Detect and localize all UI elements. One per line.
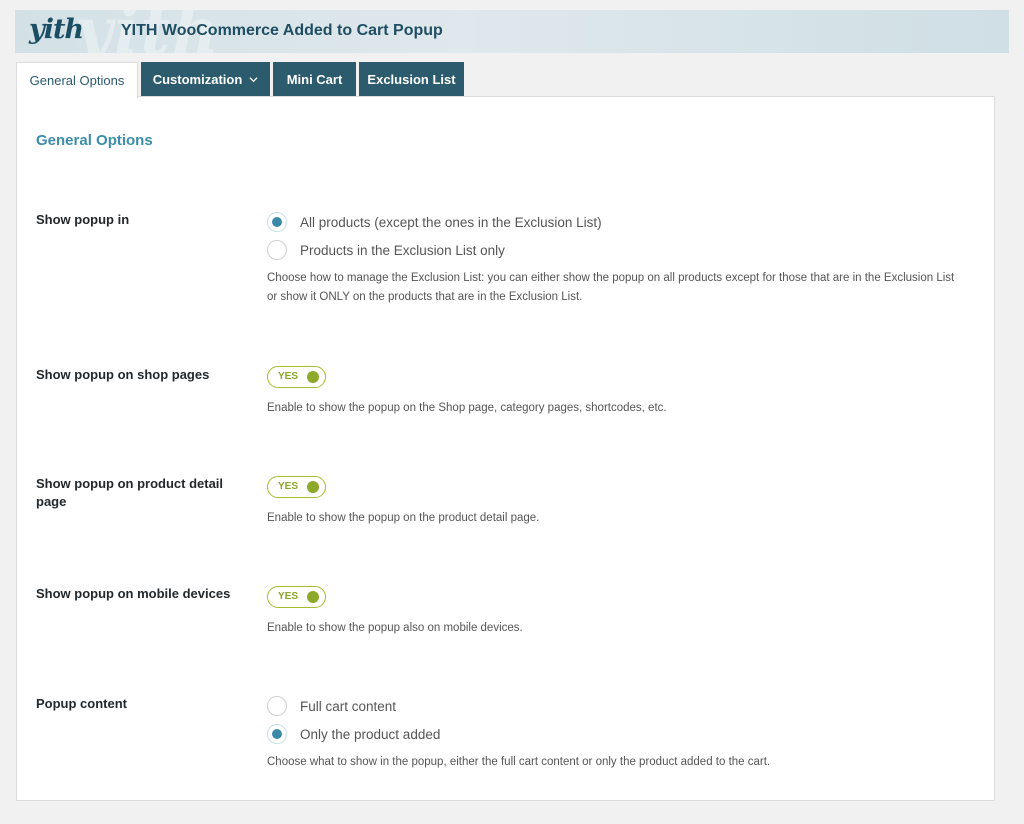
- show-popup-in-description: Choose how to manage the Exclusion List:…: [267, 272, 955, 303]
- tab-label: Customization: [152, 72, 243, 87]
- tab-mini-cart[interactable]: Mini Cart: [273, 62, 356, 97]
- tab-label: General Options: [29, 73, 125, 88]
- radio-all-products[interactable]: All products (except the ones in the Exc…: [267, 212, 602, 232]
- product-detail-toggle[interactable]: YES: [267, 476, 326, 498]
- section-title: General Options: [36, 132, 153, 149]
- radio-label: Products in the Exclusion List only: [300, 242, 505, 258]
- product-detail-description: Enable to show the popup on the product …: [267, 512, 540, 524]
- tab-general-options[interactable]: General Options: [16, 62, 138, 98]
- mobile-description: Enable to show the popup also on mobile …: [267, 622, 523, 634]
- chevron-down-icon: [249, 77, 258, 83]
- options-panel: General Options Show popup in All produc…: [16, 96, 995, 801]
- shop-pages-toggle[interactable]: YES: [267, 366, 326, 388]
- product-detail-label: Show popup on product detail page: [36, 476, 224, 509]
- shop-pages-description: Enable to show the popup on the Shop pag…: [267, 402, 667, 414]
- radio-label: Only the product added: [300, 726, 441, 742]
- tab-label: Exclusion List: [367, 72, 456, 87]
- tab-label: Mini Cart: [286, 72, 343, 87]
- plugin-title: YITH WooCommerce Added to Cart Popup: [121, 22, 443, 39]
- toggle-state: YES: [278, 481, 299, 492]
- radio-exclusion-only[interactable]: Products in the Exclusion List only: [267, 240, 505, 260]
- radio-button[interactable]: [267, 724, 287, 744]
- radio-full-cart[interactable]: Full cart content: [267, 696, 396, 716]
- radio-label: All products (except the ones in the Exc…: [300, 214, 602, 230]
- radio-label: Full cart content: [300, 698, 397, 714]
- tab-exclusion-list[interactable]: Exclusion List: [359, 62, 464, 97]
- yith-logo: yith: [29, 14, 84, 45]
- toggle-state: YES: [278, 371, 299, 382]
- popup-content-label: Popup content: [36, 696, 127, 711]
- plugin-header: yith yith YITH WooCommerce Added to Cart…: [15, 10, 1009, 53]
- toggle-knob: [307, 481, 319, 493]
- radio-only-product[interactable]: Only the product added: [267, 724, 440, 744]
- mobile-label: Show popup on mobile devices: [36, 586, 231, 601]
- mobile-toggle[interactable]: YES: [267, 586, 326, 608]
- radio-button[interactable]: [267, 212, 287, 232]
- popup-content-description: Choose what to show in the popup, either…: [267, 756, 771, 768]
- radio-button[interactable]: [267, 240, 287, 260]
- radio-button[interactable]: [267, 696, 287, 716]
- toggle-state: YES: [278, 591, 299, 602]
- shop-pages-label: Show popup on shop pages: [36, 367, 210, 382]
- tab-customization[interactable]: Customization: [141, 62, 270, 97]
- show-popup-in-label: Show popup in: [36, 212, 130, 227]
- toggle-knob: [307, 591, 319, 603]
- toggle-knob: [307, 371, 319, 383]
